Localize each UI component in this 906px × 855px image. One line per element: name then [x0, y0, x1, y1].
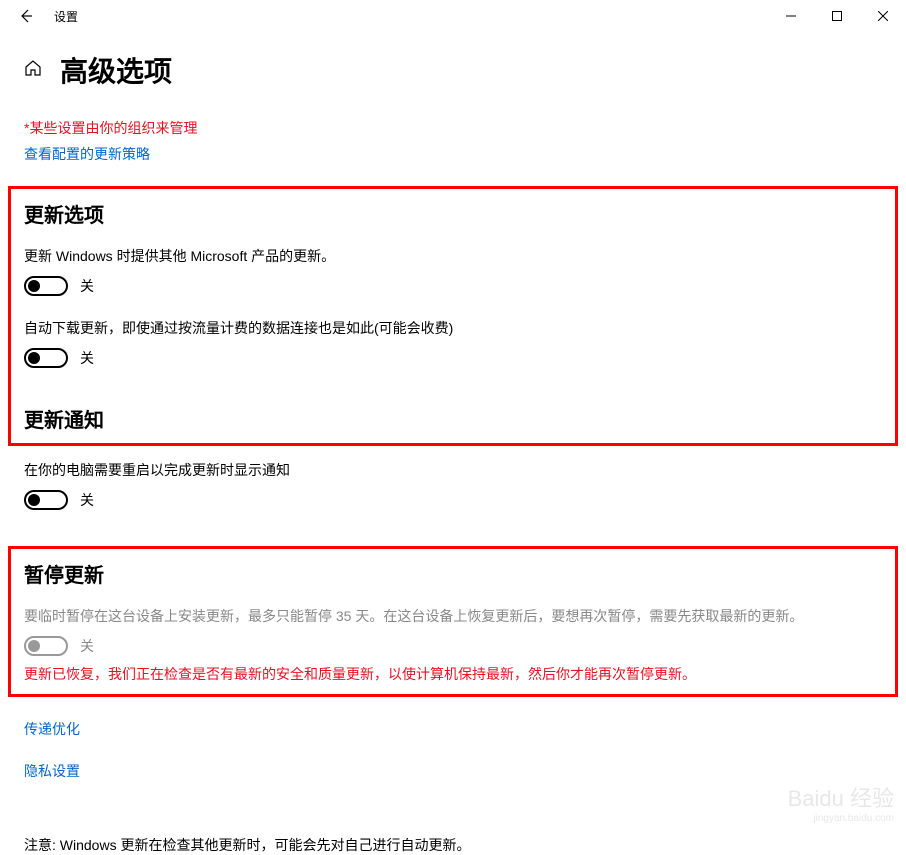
page-title: 高级选项: [60, 50, 172, 90]
toggle-restart-notify-state: 关: [80, 490, 94, 510]
window-controls: [768, 0, 906, 32]
section-update-options-title: 更新选项: [24, 199, 882, 228]
org-managed-warning: *某些设置由你的组织来管理: [24, 118, 882, 138]
minimize-button[interactable]: [768, 0, 814, 32]
toggle-pause: [24, 636, 68, 656]
arrow-left-icon: [18, 8, 34, 24]
toggle-knob: [28, 352, 40, 364]
section-update-notify-title: 更新通知: [24, 404, 882, 433]
opt-metered-label: 自动下载更新，即使通过按流量计费的数据连接也是如此(可能会收费): [24, 318, 882, 338]
close-icon: [878, 11, 888, 21]
toggle-knob: [28, 280, 40, 292]
toggle-restart-notify[interactable]: [24, 490, 68, 510]
maximize-icon: [832, 11, 842, 21]
toggle-metered-state: 关: [80, 348, 94, 368]
pause-desc: 要临时暂停在这台设备上安装更新，最多只能暂停 35 天。在这台设备上恢复更新后，…: [24, 606, 882, 626]
titlebar: 设置: [0, 0, 906, 32]
delivery-optimization-link[interactable]: 传递优化: [24, 719, 80, 739]
highlight-box-update: 更新选项 更新 Windows 时提供其他 Microsoft 产品的更新。 关…: [8, 186, 898, 446]
footer-note: 注意: Windows 更新在检查其他更新时，可能会先对自己进行自动更新。: [24, 835, 882, 855]
toggle-row: 关: [24, 636, 882, 656]
opt-ms-products-label: 更新 Windows 时提供其他 Microsoft 产品的更新。: [24, 246, 882, 266]
toggle-ms-products-state: 关: [80, 276, 94, 296]
toggle-ms-products[interactable]: [24, 276, 68, 296]
content-area: 高级选项 *某些设置由你的组织来管理 查看配置的更新策略 更新选项 更新 Win…: [0, 32, 906, 855]
close-button[interactable]: [860, 0, 906, 32]
toggle-row: 关: [24, 348, 882, 368]
pause-warning: 更新已恢复，我们正在检查是否有最新的安全和质量更新，以使计算机保持最新，然后你才…: [24, 664, 882, 684]
privacy-link[interactable]: 隐私设置: [24, 761, 80, 781]
page-header: 高级选项: [24, 50, 882, 90]
maximize-button[interactable]: [814, 0, 860, 32]
window-title: 设置: [54, 8, 78, 25]
policy-link[interactable]: 查看配置的更新策略: [24, 144, 150, 164]
toggle-metered[interactable]: [24, 348, 68, 368]
toggle-knob: [28, 494, 40, 506]
toggle-pause-state: 关: [80, 636, 94, 656]
opt-restart-notify-label: 在你的电脑需要重启以完成更新时显示通知: [24, 460, 882, 480]
toggle-knob: [28, 640, 40, 652]
minimize-icon: [786, 11, 796, 21]
toggle-row: 关: [24, 276, 882, 296]
back-button[interactable]: [14, 4, 38, 28]
home-icon[interactable]: [24, 59, 42, 82]
toggle-row: 关: [24, 490, 882, 510]
highlight-box-pause: 暂停更新 要临时暂停在这台设备上安装更新，最多只能暂停 35 天。在这台设备上恢…: [8, 546, 898, 697]
section-pause-title: 暂停更新: [24, 559, 882, 588]
